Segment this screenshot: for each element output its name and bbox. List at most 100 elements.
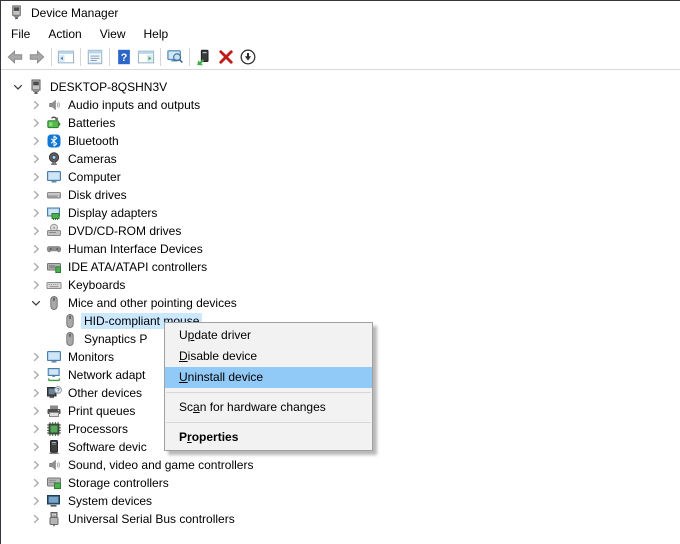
- tree-item-sound-video-game-controllers[interactable]: Sound, video and game controllers: [2, 456, 680, 474]
- help-icon: ?: [115, 48, 133, 66]
- dvd-drive-icon: [46, 223, 62, 239]
- software-device-icon: [46, 439, 62, 455]
- menu-bar: File Action View Help: [1, 24, 680, 44]
- toolbar-separator: [80, 48, 81, 66]
- processor-icon: [46, 421, 62, 437]
- menu-action[interactable]: Action: [39, 25, 90, 43]
- chevron-right-icon[interactable]: [28, 493, 44, 509]
- action-pane-icon: [137, 48, 155, 66]
- tree-item-display-adapters[interactable]: Display adapters: [2, 204, 680, 222]
- tree-item-cameras[interactable]: Cameras: [2, 150, 680, 168]
- tree-item-mice-and-other-pointing-devices[interactable]: Mice and other pointing devices: [2, 294, 680, 312]
- properties-button[interactable]: [84, 46, 106, 67]
- update-driver-button[interactable]: [193, 46, 215, 67]
- tree-item-computer[interactable]: Computer: [2, 168, 680, 186]
- display-adapter-icon: [46, 205, 62, 221]
- tree-item-ide-ata-atapi-controllers[interactable]: IDE ATA/ATAPI controllers: [2, 258, 680, 276]
- storage-controller-icon: [46, 475, 62, 491]
- toolbar-separator: [189, 48, 190, 66]
- scan-hardware-button[interactable]: [164, 46, 186, 67]
- printer-icon: [46, 403, 62, 419]
- chevron-right-icon[interactable]: [28, 367, 44, 383]
- system-device-icon: [46, 493, 62, 509]
- help-button[interactable]: ?: [113, 46, 135, 67]
- tree-item-human-interface-devices[interactable]: Human Interface Devices: [2, 240, 680, 258]
- chevron-right-icon[interactable]: [28, 457, 44, 473]
- context-menu: Update driver Disable device Uninstall d…: [164, 322, 373, 451]
- menu-view[interactable]: View: [91, 25, 135, 43]
- ide-controller-icon: [46, 259, 62, 275]
- menu-help[interactable]: Help: [135, 25, 178, 43]
- uninstall-device-button[interactable]: [215, 46, 237, 67]
- chevron-right-icon[interactable]: [28, 241, 44, 257]
- device-tree: DESKTOP-8QSHN3V Audio inputs and outputs…: [2, 71, 680, 544]
- chevron-down-icon[interactable]: [28, 295, 44, 311]
- chevron-down-icon[interactable]: [10, 79, 26, 95]
- mouse-icon: [62, 313, 78, 329]
- chevron-right-icon[interactable]: [28, 475, 44, 491]
- menu-separator: [166, 392, 371, 393]
- chevron-right-icon[interactable]: [28, 439, 44, 455]
- menu-item-scan-for-hardware-changes[interactable]: Scan for hardware changes: [165, 397, 372, 418]
- forward-button[interactable]: [26, 46, 48, 67]
- speaker-icon: [46, 97, 62, 113]
- tree-item-dvd-cdrom-drives[interactable]: DVD/CD-ROM drives: [2, 222, 680, 240]
- tree-item-batteries[interactable]: Batteries: [2, 114, 680, 132]
- menu-item-disable-device[interactable]: Disable device: [165, 346, 372, 367]
- tree-item-disk-drives[interactable]: Disk drives: [2, 186, 680, 204]
- battery-icon: [46, 115, 62, 131]
- forward-arrow-icon: [28, 48, 46, 66]
- disable-device-button[interactable]: [237, 46, 259, 67]
- chevron-right-icon[interactable]: [28, 223, 44, 239]
- tree-item-desktop-8qshn3v[interactable]: DESKTOP-8QSHN3V: [2, 78, 680, 96]
- device-manager-window: Device Manager File Action View Help ? D…: [0, 0, 680, 544]
- monitor-icon: [46, 169, 62, 185]
- chevron-right-icon[interactable]: [28, 133, 44, 149]
- menu-item-properties[interactable]: Properties: [165, 427, 372, 448]
- chevron-right-icon[interactable]: [28, 385, 44, 401]
- scan-hardware-icon: [166, 48, 184, 66]
- toolbar-separator: [109, 48, 110, 66]
- chevron-right-icon[interactable]: [28, 403, 44, 419]
- properties-window-icon: [86, 48, 104, 66]
- update-driver-icon: [195, 48, 213, 66]
- back-button[interactable]: [4, 46, 26, 67]
- computer-device-icon: [28, 79, 44, 95]
- keyboard-icon: [46, 277, 62, 293]
- chevron-right-icon[interactable]: [28, 421, 44, 437]
- network-adapter-icon: [46, 367, 62, 383]
- unknown-device-icon: ?: [46, 385, 62, 401]
- console-tree-toggle-button[interactable]: [55, 46, 77, 67]
- tree-item-system-devices[interactable]: System devices: [2, 492, 680, 510]
- chevron-right-icon[interactable]: [28, 115, 44, 131]
- tree-item-universal-serial-bus-controllers[interactable]: Universal Serial Bus controllers: [2, 510, 680, 528]
- tree-item-keyboards[interactable]: Keyboards: [2, 276, 680, 294]
- toolbar: ?: [1, 44, 680, 70]
- chevron-right-icon[interactable]: [28, 277, 44, 293]
- svg-text:?: ?: [56, 387, 60, 394]
- action-pane-toggle-button[interactable]: [135, 46, 157, 67]
- chevron-right-icon[interactable]: [28, 205, 44, 221]
- chevron-right-icon[interactable]: [28, 97, 44, 113]
- disable-device-icon: [239, 48, 257, 66]
- chevron-right-icon[interactable]: [28, 349, 44, 365]
- svg-text:?: ?: [121, 52, 128, 64]
- chevron-right-icon[interactable]: [28, 511, 44, 527]
- window-title: Device Manager: [31, 6, 118, 20]
- chevron-right-icon[interactable]: [28, 187, 44, 203]
- menu-separator: [166, 422, 371, 423]
- menu-item-update-driver[interactable]: Update driver: [165, 325, 372, 346]
- menu-item-uninstall-device[interactable]: Uninstall device: [165, 367, 372, 388]
- toolbar-separator: [160, 48, 161, 66]
- chevron-right-icon[interactable]: [28, 151, 44, 167]
- tree-item-storage-controllers[interactable]: Storage controllers: [2, 474, 680, 492]
- chevron-right-icon[interactable]: [28, 259, 44, 275]
- chevron-right-icon[interactable]: [28, 169, 44, 185]
- menu-file[interactable]: File: [2, 25, 39, 43]
- back-arrow-icon: [6, 48, 24, 66]
- bluetooth-icon: [46, 133, 62, 149]
- device-manager-icon: [9, 5, 24, 20]
- tree-item-bluetooth[interactable]: Bluetooth: [2, 132, 680, 150]
- title-bar: Device Manager: [1, 1, 680, 24]
- tree-item-audio-inputs-and-outputs[interactable]: Audio inputs and outputs: [2, 96, 680, 114]
